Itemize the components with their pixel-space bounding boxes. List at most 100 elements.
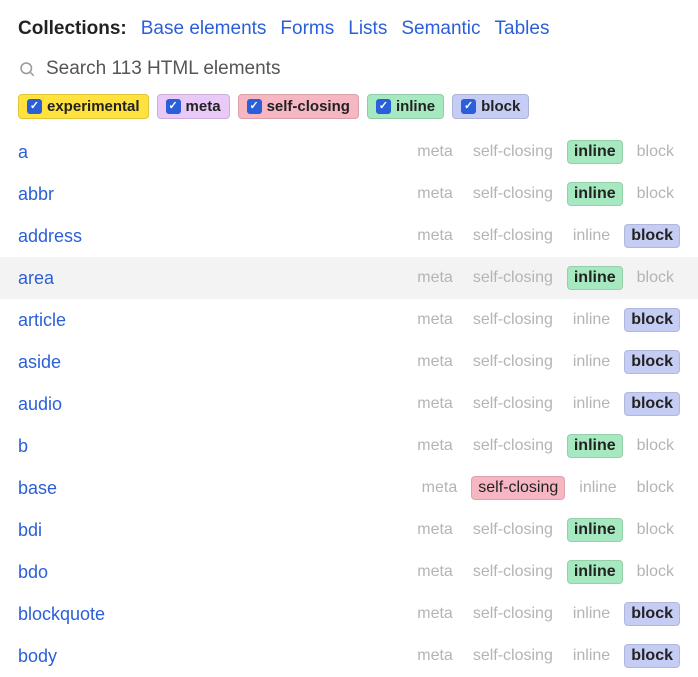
tag-selfclosing: self-closing <box>467 393 559 415</box>
filter-block[interactable]: ✓ block <box>452 94 529 119</box>
element-tags: metaself-closinginlineblock <box>411 644 680 668</box>
element-link[interactable]: a <box>18 142 28 163</box>
element-link[interactable]: bdo <box>18 562 48 583</box>
tag-inline: inline <box>567 560 623 584</box>
filter-label: meta <box>186 98 221 115</box>
list-item[interactable]: area meta self-closing inline block <box>0 257 698 299</box>
tag-inline: inline <box>567 182 623 206</box>
tag-block: block <box>631 435 680 457</box>
tag-selfclosing: self-closing <box>467 603 559 625</box>
checkbox-icon: ✓ <box>27 99 42 114</box>
tag-selfclosing: self-closing <box>467 645 559 667</box>
tag-inline: inline <box>573 477 622 499</box>
tag-selfclosing: self-closing <box>471 476 565 500</box>
collection-link-lists[interactable]: Lists <box>348 18 387 40</box>
tag-block: block <box>624 392 680 416</box>
element-tags: metaself-closinginlineblock <box>416 476 680 500</box>
element-tags: meta self-closing inline block <box>411 602 680 626</box>
tag-block: block <box>631 267 680 289</box>
element-link[interactable]: aside <box>18 352 61 373</box>
element-tags: metaself-closinginlineblock <box>411 224 680 248</box>
tag-meta: meta <box>411 561 459 583</box>
list-item[interactable]: bdo meta self-closing inline block <box>0 551 698 593</box>
filter-inline[interactable]: ✓ inline <box>367 94 444 119</box>
element-link[interactable]: audio <box>18 394 62 415</box>
tag-block: block <box>631 561 680 583</box>
filters-row: ✓ experimental ✓ meta ✓ self-closing ✓ i… <box>0 90 698 131</box>
tag-selfclosing: self-closing <box>467 351 559 373</box>
tag-selfclosing: self-closing <box>467 561 559 583</box>
checkbox-icon: ✓ <box>376 99 391 114</box>
tag-selfclosing: self-closing <box>467 267 559 289</box>
filter-experimental[interactable]: ✓ experimental <box>18 94 149 119</box>
tag-meta: meta <box>416 477 464 499</box>
element-link[interactable]: area <box>18 268 54 289</box>
element-list: ametaself-closinginlineblockabbrmetaself… <box>0 131 698 677</box>
tag-block: block <box>624 224 680 248</box>
filter-label: block <box>481 98 520 115</box>
search-input[interactable] <box>46 58 680 80</box>
element-link[interactable]: address <box>18 226 82 247</box>
element-link[interactable]: b <box>18 436 28 457</box>
filter-meta[interactable]: ✓ meta <box>157 94 230 119</box>
tag-meta: meta <box>411 267 459 289</box>
tag-selfclosing: self-closing <box>467 183 559 205</box>
collection-link-semantic[interactable]: Semantic <box>401 18 480 40</box>
list-item[interactable]: addressmetaself-closinginlineblock <box>0 215 698 257</box>
tag-inline: inline <box>567 351 616 373</box>
search-row <box>0 50 698 90</box>
tag-meta: meta <box>411 393 459 415</box>
collections-label: Collections: <box>18 18 127 40</box>
element-tags: meta self-closing inline block <box>411 266 680 290</box>
tag-block: block <box>624 644 680 668</box>
checkbox-icon: ✓ <box>247 99 262 114</box>
element-link[interactable]: abbr <box>18 184 54 205</box>
checkbox-icon: ✓ <box>461 99 476 114</box>
tag-meta: meta <box>411 183 459 205</box>
list-item[interactable]: asidemetaself-closinginlineblock <box>0 341 698 383</box>
element-link[interactable]: base <box>18 478 57 499</box>
element-link[interactable]: body <box>18 646 57 667</box>
list-item[interactable]: bdi metaself-closinginlineblock <box>0 509 698 551</box>
element-tags: metaself-closinginlineblock <box>411 518 680 542</box>
tag-meta: meta <box>411 141 459 163</box>
tag-block: block <box>624 602 680 626</box>
list-item[interactable]: bmetaself-closinginlineblock <box>0 425 698 467</box>
element-link[interactable]: blockquote <box>18 604 105 625</box>
tag-selfclosing: self-closing <box>467 309 559 331</box>
tag-meta: meta <box>411 309 459 331</box>
tag-inline: inline <box>567 603 616 625</box>
collection-link-base-elements[interactable]: Base elements <box>141 18 267 40</box>
element-tags: metaself-closinginlineblock <box>411 434 680 458</box>
collections-header: Collections: Base elements Forms Lists S… <box>0 0 698 50</box>
element-tags: metaself-closinginlineblock <box>411 140 680 164</box>
filter-label: experimental <box>47 98 140 115</box>
collection-link-tables[interactable]: Tables <box>495 18 550 40</box>
collection-link-forms[interactable]: Forms <box>280 18 334 40</box>
tag-meta: meta <box>411 225 459 247</box>
tag-inline: inline <box>567 266 623 290</box>
search-icon <box>18 60 36 78</box>
tag-block: block <box>631 141 680 163</box>
tag-inline: inline <box>567 645 616 667</box>
tag-inline: inline <box>567 225 616 247</box>
tag-block: block <box>624 350 680 374</box>
element-tags: metaself-closinginlineblock <box>411 350 680 374</box>
tag-selfclosing: self-closing <box>467 435 559 457</box>
list-item[interactable]: articlemetaself-closinginlineblock <box>0 299 698 341</box>
tag-meta: meta <box>411 435 459 457</box>
element-link[interactable]: bdi <box>18 520 42 541</box>
element-tags: meta self-closing inline block <box>411 560 680 584</box>
list-item[interactable]: audiometaself-closinginlineblock <box>0 383 698 425</box>
checkbox-icon: ✓ <box>166 99 181 114</box>
list-item[interactable]: abbrmetaself-closinginlineblock <box>0 173 698 215</box>
list-item[interactable]: blockquote meta self-closing inline block <box>0 593 698 635</box>
tag-selfclosing: self-closing <box>467 141 559 163</box>
list-item[interactable]: ametaself-closinginlineblock <box>0 131 698 173</box>
filter-self-closing[interactable]: ✓ self-closing <box>238 94 359 119</box>
list-item[interactable]: bodymetaself-closinginlineblock <box>0 635 698 677</box>
tag-inline: inline <box>567 309 616 331</box>
element-link[interactable]: article <box>18 310 66 331</box>
tag-meta: meta <box>411 603 459 625</box>
list-item[interactable]: basemetaself-closinginlineblock <box>0 467 698 509</box>
